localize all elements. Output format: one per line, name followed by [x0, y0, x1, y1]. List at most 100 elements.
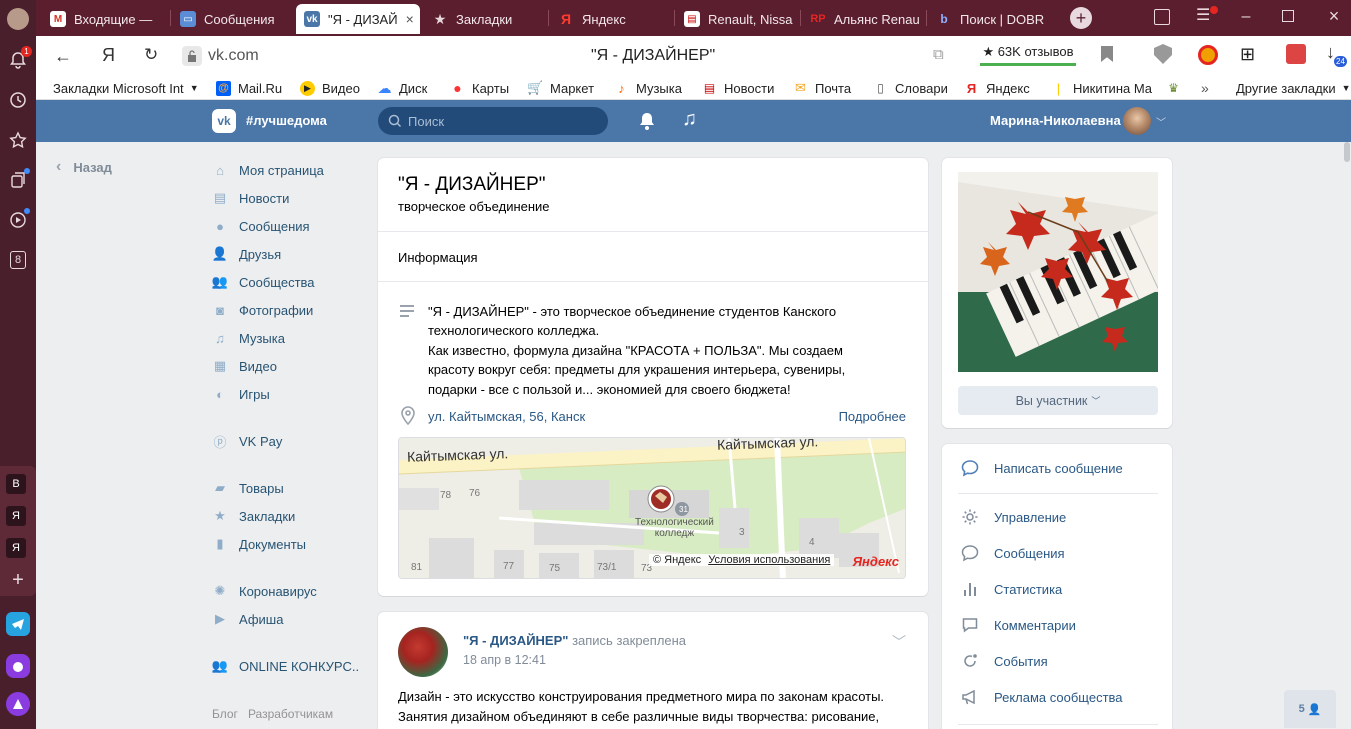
post-date[interactable]: 18 апр в 12:41 — [463, 653, 546, 667]
more-link[interactable]: Подробнее — [839, 409, 906, 424]
bookmark-nikitina[interactable]: | Никитина Ма — [1051, 79, 1163, 97]
group-cover-photo[interactable] — [958, 172, 1158, 372]
tab-vk-active[interactable]: vk "Я - ДИЗАЙ × — [296, 4, 420, 34]
bookmark-music[interactable]: ♪ Музыка — [614, 79, 682, 97]
extension-icon[interactable] — [1198, 45, 1218, 65]
action-messages[interactable]: Сообщения — [960, 543, 1065, 563]
close-tab-icon[interactable]: × — [406, 11, 414, 27]
avatar[interactable] — [1123, 107, 1151, 135]
menu-documents[interactable]: ▮ Документы — [212, 534, 306, 554]
minimize-button[interactable]: – — [1236, 8, 1256, 26]
favorites-icon[interactable] — [6, 128, 30, 152]
bookmark-news[interactable]: ▤ Новости — [702, 79, 775, 97]
tab-info[interactable]: Информация — [398, 250, 478, 265]
tab-alliance[interactable]: RP Альянс Renau — [802, 4, 926, 34]
reviews-badge[interactable]: ★ 63K отзывов — [980, 42, 1076, 66]
menu-news[interactable]: ▤ Новости — [212, 188, 289, 208]
mini-tab-yandex-2[interactable]: Я — [6, 538, 26, 558]
reload-icon[interactable]: ↻ — [144, 45, 158, 65]
menu-photos[interactable]: ◙ Фотографии — [212, 300, 313, 320]
shield-icon[interactable] — [1154, 44, 1172, 64]
action-write-message[interactable]: Написать сообщение — [960, 458, 1123, 478]
download-icon[interactable]: ↓ 24 — [1326, 42, 1347, 67]
online-counter[interactable]: 5 👤 — [1284, 690, 1336, 728]
search-input[interactable]: Поиск — [408, 114, 444, 129]
url-domain[interactable]: vk.com — [208, 47, 259, 65]
lock-icon[interactable] — [182, 46, 202, 66]
action-statistics[interactable]: Статистика — [960, 579, 1062, 599]
user-name[interactable]: Марина-Николаевна — [990, 113, 1121, 128]
profile-avatar[interactable] — [7, 8, 29, 30]
footer-developers[interactable]: Разработчикам — [248, 707, 333, 721]
post-author[interactable]: "Я - ДИЗАЙНЕР" — [463, 633, 568, 648]
bell-icon[interactable] — [638, 111, 656, 134]
bookmark-disk[interactable]: ☁ Диск — [377, 79, 428, 97]
group-address[interactable]: ул. Кайтымская, 56, Канск — [428, 409, 585, 424]
bookmark-maps[interactable]: ● Карты — [450, 79, 509, 97]
menu-music[interactable]: ♫ Музыка — [212, 328, 285, 348]
notifications-icon[interactable]: 1 — [6, 46, 32, 72]
bookmark-mail[interactable]: ✉ Почта — [793, 79, 851, 97]
menu-coronavirus[interactable]: ✺ Коронавирус — [212, 581, 317, 601]
back-button[interactable]: ← — [54, 46, 72, 67]
menu-friends[interactable]: 👤 Друзья — [212, 244, 281, 264]
close-window-button[interactable]: × — [1324, 6, 1344, 26]
add-tab-icon[interactable]: + — [6, 568, 30, 592]
new-tab-button[interactable]: + — [1070, 7, 1092, 29]
post-menu-chevron-icon[interactable]: ﹀ — [892, 632, 906, 652]
scrollbar-thumb[interactable] — [1344, 142, 1350, 162]
post-avatar[interactable] — [398, 627, 448, 677]
back-link[interactable]: ‹ Назад — [56, 158, 112, 176]
bookmark-market[interactable]: 🛒 Маркет — [527, 79, 594, 97]
bookmark-microsoft[interactable]: Закладки Microsoft Int ▼ — [53, 79, 199, 97]
bookmark-yandex[interactable]: Я Яндекс — [964, 79, 1030, 97]
tabs-manager-icon[interactable] — [1154, 9, 1170, 25]
collections-icon[interactable] — [6, 168, 30, 192]
alice-app-icon[interactable] — [6, 654, 30, 678]
menu-my-page[interactable]: ⌂ Моя страница — [212, 160, 324, 180]
footer-blog[interactable]: Блог — [212, 707, 238, 721]
maximize-button[interactable] — [1282, 10, 1294, 22]
other-bookmarks[interactable]: Другие закладки ▼ — [1236, 79, 1351, 97]
member-button[interactable]: Вы участник ﹀ — [958, 386, 1158, 415]
search-box[interactable]: Поиск — [378, 107, 608, 135]
tab-bookmarks[interactable]: ★ Закладки — [424, 4, 548, 34]
tab-renault[interactable]: ▤ Renault, Nissa — [676, 4, 800, 34]
tab-messages[interactable]: ▭ Сообщения — [172, 4, 294, 34]
menu-vkpay[interactable]: ⓟ VK Pay — [212, 431, 282, 451]
share-icon[interactable]: ⧉ — [933, 46, 944, 63]
menu-goods[interactable]: ▰ Товары — [212, 478, 284, 498]
menu-messages[interactable]: ● Сообщения — [212, 216, 310, 236]
bookmark-video[interactable]: ▶ Видео — [300, 79, 360, 97]
music-icon[interactable]: ♫ — [682, 108, 697, 131]
scrollbar[interactable] — [1343, 142, 1351, 729]
menu-poster[interactable]: ▶ Афиша — [212, 609, 283, 629]
vk-logo[interactable]: vk — [212, 109, 236, 133]
counter-icon[interactable]: 8 — [6, 248, 30, 272]
mini-tab-yandex[interactable]: Я — [6, 506, 26, 526]
bookmark-dictionaries[interactable]: ▯ Словари — [873, 79, 948, 97]
chevron-down-icon[interactable]: ﹀ — [1156, 114, 1166, 129]
alice-icon[interactable] — [6, 692, 30, 716]
yandex-map[interactable]: 31 Кайтымская ул. Кайтымская ул. Техноло… — [398, 437, 906, 579]
action-comments[interactable]: Комментарии — [960, 615, 1076, 635]
action-events[interactable]: События — [960, 651, 1048, 671]
menu-communities[interactable]: 👥 Сообщества — [212, 272, 315, 292]
play-icon[interactable] — [6, 208, 30, 232]
translate-icon[interactable]: ⊞ — [1240, 44, 1255, 65]
emblem-icon[interactable]: ♛ — [1166, 79, 1188, 97]
history-icon[interactable] — [6, 88, 30, 112]
yandex-home-icon[interactable]: Я — [102, 45, 115, 66]
tab-gmail[interactable]: M Входящие — — [42, 4, 170, 34]
menu-games[interactable]: ◐ Игры — [212, 384, 270, 404]
mini-tab-vk[interactable]: В — [6, 474, 26, 494]
map-terms-link[interactable]: Условия использования — [708, 554, 830, 566]
tab-dobr[interactable]: b Поиск | DOBR — [928, 4, 1058, 34]
bookmark-mailru[interactable]: @ Mail.Ru — [216, 79, 282, 97]
extension-2-icon[interactable] — [1286, 44, 1306, 64]
vk-hashtag[interactable]: #лучшедома — [246, 113, 327, 128]
menu-icon[interactable]: ☰ — [1196, 6, 1218, 26]
action-advertising[interactable]: Реклама сообщества — [960, 687, 1123, 707]
more-bookmarks-icon[interactable]: » — [1201, 79, 1209, 97]
bookmark-icon[interactable] — [1101, 46, 1113, 62]
